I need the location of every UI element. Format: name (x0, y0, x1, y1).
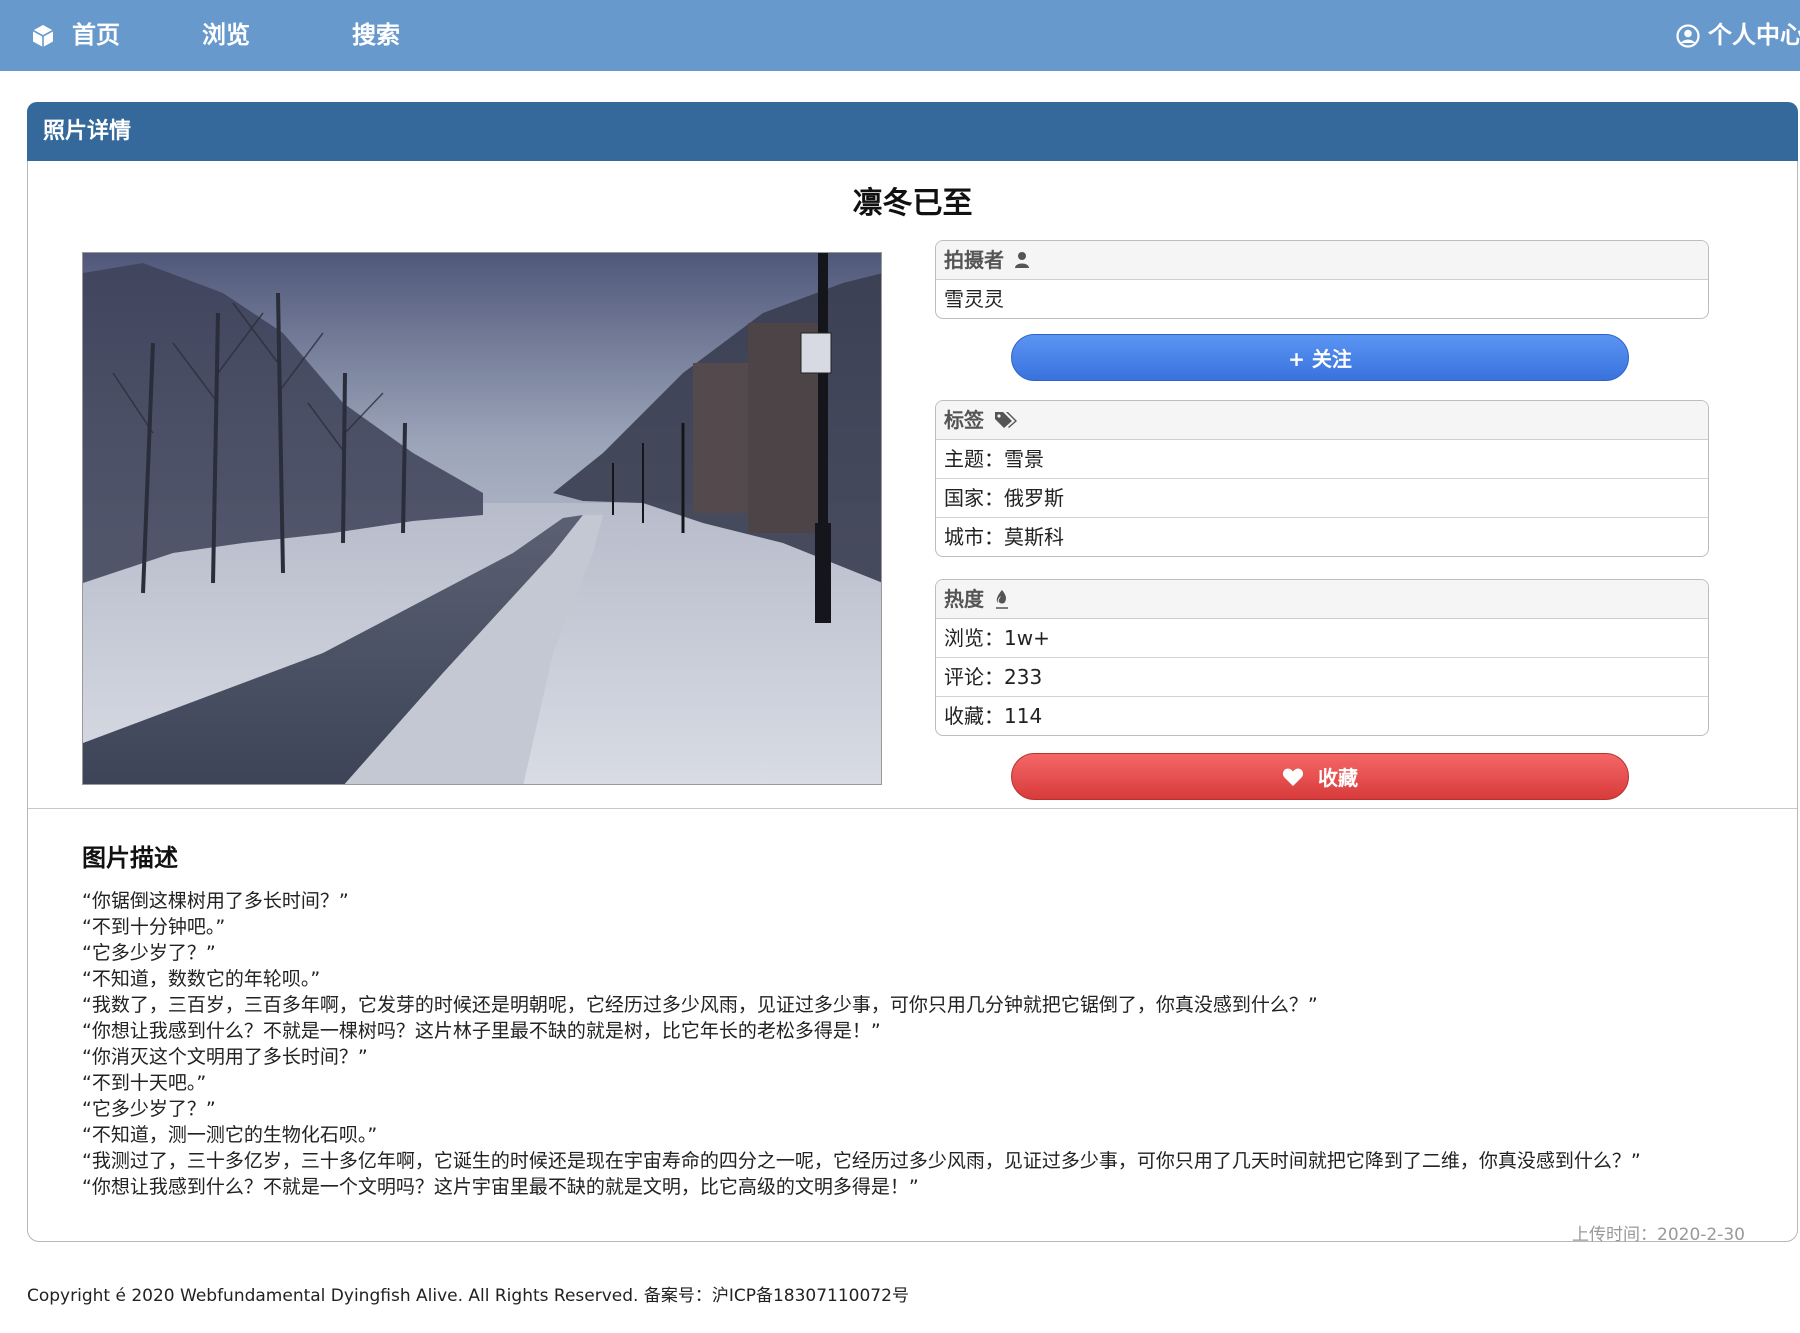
heat-panel-header: 热度 (936, 580, 1708, 619)
nav-browse-link[interactable]: 浏览 (202, 0, 250, 71)
tag-value[interactable]: 莫斯科 (1004, 525, 1064, 549)
nav-user-label: 个人中心 (1708, 21, 1800, 49)
description-line: “它多少岁了？” (82, 942, 216, 964)
description-line: “不到十分钟吧。” (82, 916, 226, 938)
card-header-title: 照片详情 (43, 119, 132, 144)
tags-panel-header: 标签 (936, 401, 1708, 440)
upload-time-date: 2020-2-30 (1657, 1225, 1745, 1245)
tag-key: 城市： (944, 525, 1004, 549)
photo-detail-card: 照片详情 凛冬已至 拍摄者 雪灵灵 + 关注 标签 主题：雪景 国家：俄罗斯 城… (27, 102, 1798, 1245)
tag-key: 国家： (944, 486, 1004, 510)
description-title: 图片描述 (82, 844, 178, 872)
tag-row-city: 城市：莫斯科 (936, 518, 1708, 556)
card-header: 照片详情 (27, 102, 1798, 161)
heat-key: 收藏： (944, 704, 1004, 728)
heat-key: 评论： (944, 665, 1004, 689)
user-icon (1015, 252, 1029, 268)
description-line: “你消灭这个文明用了多长时间？” (82, 1046, 368, 1068)
cube-icon (32, 24, 54, 47)
photographer-panel-header: 拍摄者 (936, 241, 1708, 280)
description-line: “不知道，数数它的年轮呗。” (82, 968, 321, 990)
description-text: “你锯倒这棵树用了多长时间？” “不到十分钟吧。” “它多少岁了？” “不知道，… (82, 888, 1732, 1200)
user-circle-icon (1676, 23, 1700, 48)
nav-search-link[interactable]: 搜索 (352, 0, 400, 71)
upload-time: 上传时间：2020-2-30 (1572, 1220, 1745, 1245)
tags-heading: 标签 (944, 408, 984, 432)
photographer-panel: 拍摄者 雪灵灵 (935, 240, 1709, 319)
description-line: “不知道，测一测它的生物化石呗。” (82, 1124, 378, 1146)
heat-value: 114 (1004, 704, 1043, 728)
heat-row-favorites: 收藏：114 (936, 697, 1708, 735)
nav-home-label: 首页 (72, 21, 120, 49)
description-line: “我数了，三百岁，三百多年啊，它发芽的时候还是明朝呢，它经历过多少风雨，见证过多… (82, 994, 1318, 1016)
tag-row-theme: 主题：雪景 (936, 440, 1708, 479)
description-line: “你锯倒这棵树用了多长时间？” (82, 890, 349, 912)
top-nav-bar: 首页 浏览 搜索 个人中心 (0, 0, 1800, 71)
description-line: “不到十天吧。” (82, 1072, 207, 1094)
description-line: “你想让我感到什么？不就是一棵树吗？这片林子里最不缺的就是树，比它年长的老松多得… (82, 1020, 881, 1042)
nav-user-center-link[interactable]: 个人中心 (1676, 0, 1800, 71)
fire-icon (996, 590, 1008, 609)
tag-value[interactable]: 雪景 (1004, 447, 1044, 471)
heat-row-views: 浏览：1w+ (936, 619, 1708, 658)
heat-value: 233 (1004, 665, 1043, 689)
tags-panel: 标签 主题：雪景 国家：俄罗斯 城市：莫斯科 (935, 400, 1709, 557)
photographer-heading: 拍摄者 (944, 248, 1004, 272)
description-line: “你想让我感到什么？不就是一个文明吗？这片宇宙里最不缺的就是文明，比它高级的文明… (82, 1176, 919, 1198)
upload-time-label: 上传时间： (1572, 1225, 1658, 1245)
heat-heading: 热度 (944, 587, 984, 611)
tag-row-country: 国家：俄罗斯 (936, 479, 1708, 518)
photo-image (82, 252, 882, 785)
tag-value[interactable]: 俄罗斯 (1004, 486, 1064, 510)
heat-value: 1w+ (1004, 626, 1050, 650)
heat-key: 浏览： (944, 626, 1004, 650)
favorite-button[interactable]: 收藏 (1011, 753, 1629, 800)
heat-panel: 热度 浏览：1w+ 评论：233 收藏：114 (935, 579, 1709, 736)
nav-home-link[interactable]: 首页 (32, 0, 120, 71)
description-line: “它多少岁了？” (82, 1098, 216, 1120)
description-line: “我测过了，三十多亿岁，三十多亿年啊，它诞生的时候还是现在宇宙寿命的四分之一呢，… (82, 1150, 1641, 1172)
heat-row-comments: 评论：233 (936, 658, 1708, 697)
favorite-button-label: 收藏 (1318, 766, 1358, 790)
section-divider (28, 808, 1797, 809)
footer-copyright: Copyright é 2020 Webfundamental Dyingfis… (27, 1286, 909, 1306)
tags-icon (995, 412, 1017, 428)
photo-title: 凛冬已至 (852, 186, 973, 221)
follow-button[interactable]: + 关注 (1011, 334, 1629, 381)
tag-key: 主题： (944, 447, 1004, 471)
photographer-name[interactable]: 雪灵灵 (936, 280, 1708, 318)
heart-icon (1282, 768, 1304, 786)
